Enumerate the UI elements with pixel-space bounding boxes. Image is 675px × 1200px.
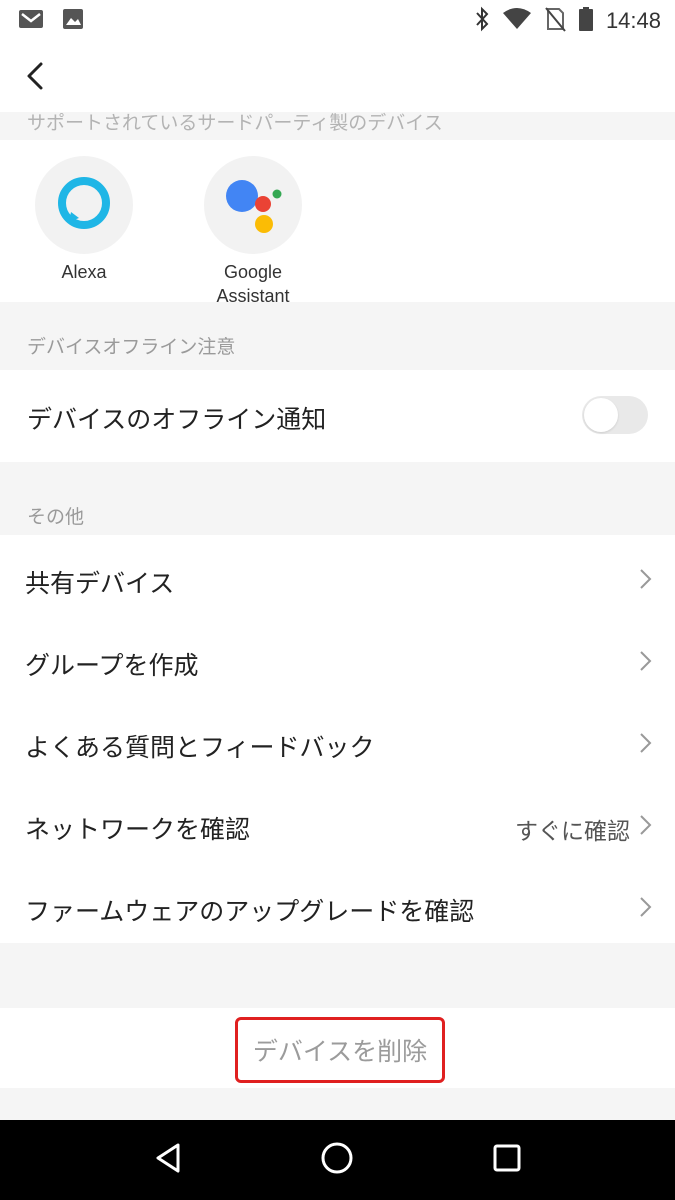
back-button[interactable] bbox=[14, 56, 58, 100]
offline-section-label: デバイスオフライン注意 bbox=[27, 336, 236, 358]
delete-device-button[interactable]: デバイスを削除 bbox=[235, 1017, 445, 1083]
third-party-section-label: サポートされているサードパーティ製のデバイス bbox=[27, 112, 443, 134]
row-label: グループを作成 bbox=[25, 651, 199, 680]
no-sim-icon bbox=[544, 6, 566, 36]
alexa-icon-circle bbox=[35, 156, 133, 254]
circle-home-icon bbox=[320, 1141, 354, 1179]
chevron-right-icon bbox=[639, 896, 653, 922]
square-recents-icon bbox=[492, 1143, 522, 1177]
row-faq-feedback[interactable]: よくある質問とフィードバック bbox=[0, 702, 675, 784]
app-bar bbox=[0, 40, 675, 112]
bluetooth-icon bbox=[474, 6, 490, 36]
gmail-icon bbox=[18, 9, 44, 33]
row-label: ファームウェアのアップグレードを確認 bbox=[25, 897, 475, 926]
google-assistant-item[interactable]: Google Assistant bbox=[183, 156, 323, 308]
offline-notification-label: デバイスのオフライン通知 bbox=[27, 405, 327, 434]
google-assistant-icon-circle bbox=[204, 156, 302, 254]
chevron-left-icon bbox=[24, 61, 48, 95]
row-label: よくある質問とフィードバック bbox=[25, 733, 375, 762]
google-assistant-icon bbox=[218, 168, 288, 242]
image-icon bbox=[62, 8, 84, 34]
row-value: すぐに確認 bbox=[515, 819, 630, 845]
google-assistant-label-line1: Google bbox=[223, 262, 283, 282]
other-section-label: その他 bbox=[27, 506, 85, 528]
wifi-icon bbox=[502, 7, 532, 35]
google-assistant-label: Google Assistant bbox=[183, 260, 323, 308]
alexa-icon bbox=[55, 174, 113, 236]
delete-panel: デバイスを削除 bbox=[0, 1008, 675, 1088]
offline-panel: デバイスのオフライン通知 bbox=[0, 370, 675, 462]
nav-back-button[interactable] bbox=[148, 1140, 188, 1180]
alexa-label: Alexa bbox=[61, 262, 107, 282]
third-party-panel: Alexa Google Assistant bbox=[0, 140, 675, 306]
row-label: 共有デバイス bbox=[25, 569, 175, 598]
status-bar: 14:48 bbox=[0, 0, 675, 40]
chevron-right-icon bbox=[639, 732, 653, 758]
chevron-right-icon bbox=[639, 568, 653, 594]
other-panel: 共有デバイス グループを作成 よくある質問とフィードバック ネットワークを確認 … bbox=[0, 535, 675, 943]
row-check-network[interactable]: ネットワークを確認 すぐに確認 bbox=[0, 784, 675, 866]
battery-icon bbox=[578, 6, 594, 36]
offline-notification-toggle[interactable] bbox=[582, 396, 648, 434]
toggle-knob bbox=[584, 398, 618, 432]
system-navigation-bar bbox=[0, 1120, 675, 1200]
row-create-group[interactable]: グループを作成 bbox=[0, 620, 675, 702]
triangle-back-icon bbox=[153, 1142, 183, 1178]
status-time: 14:48 bbox=[605, 8, 661, 33]
row-shared-devices[interactable]: 共有デバイス bbox=[0, 538, 675, 620]
alexa-item[interactable]: Alexa bbox=[14, 156, 154, 284]
row-check-firmware[interactable]: ファームウェアのアップグレードを確認 bbox=[0, 866, 675, 948]
chevron-right-icon bbox=[639, 814, 653, 840]
google-assistant-label-line2: Assistant bbox=[216, 286, 290, 306]
nav-home-button[interactable] bbox=[317, 1140, 357, 1180]
nav-recents-button[interactable] bbox=[487, 1140, 527, 1180]
chevron-right-icon bbox=[639, 650, 653, 676]
row-label: ネットワークを確認 bbox=[25, 815, 251, 844]
